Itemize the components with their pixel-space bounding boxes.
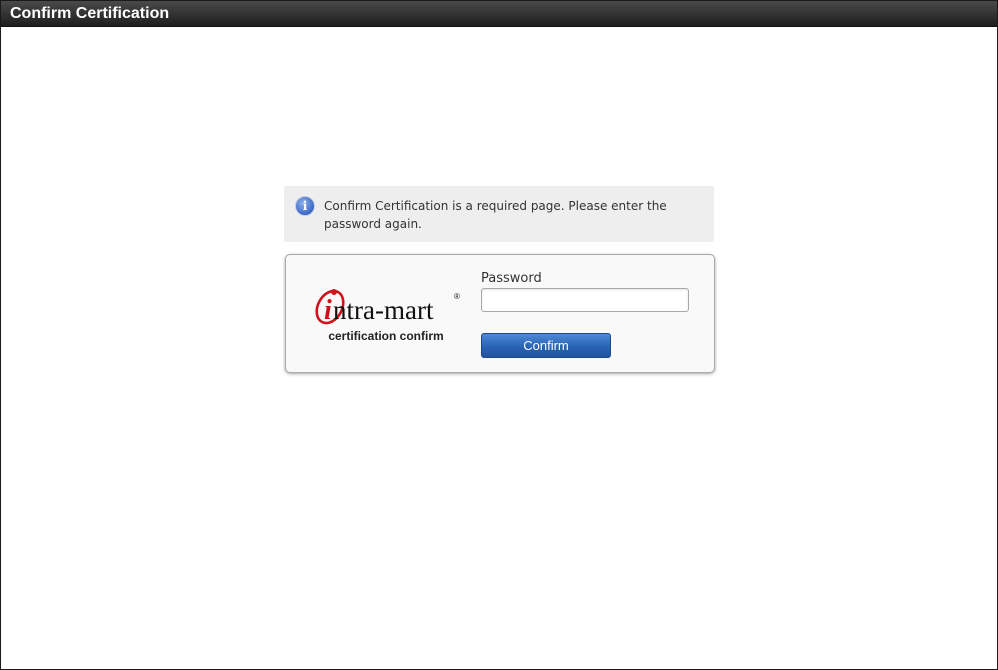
confirm-button[interactable]: Confirm xyxy=(481,333,611,358)
certification-panel: i ntra-mart ® certification confirm Pass… xyxy=(285,254,715,373)
info-icon: i xyxy=(295,196,315,216)
svg-text:i: i xyxy=(324,295,332,326)
password-label: Password xyxy=(481,271,542,286)
password-input[interactable] xyxy=(481,288,689,312)
registered-mark: ® xyxy=(454,292,460,301)
app-window: Confirm Certification i Confirm Certific… xyxy=(0,0,998,670)
info-message: Confirm Certification is a required page… xyxy=(324,199,667,231)
logo-caption: certification confirm xyxy=(328,329,444,343)
intra-mart-logo-graphic: i ntra-mart ® xyxy=(315,289,460,326)
window-title: Confirm Certification xyxy=(1,1,997,27)
intra-mart-logo: i ntra-mart ® certification confirm xyxy=(308,283,468,343)
info-message-box: i Confirm Certification is a required pa… xyxy=(284,186,714,242)
logo-wordmark: ntra-mart xyxy=(333,295,434,325)
